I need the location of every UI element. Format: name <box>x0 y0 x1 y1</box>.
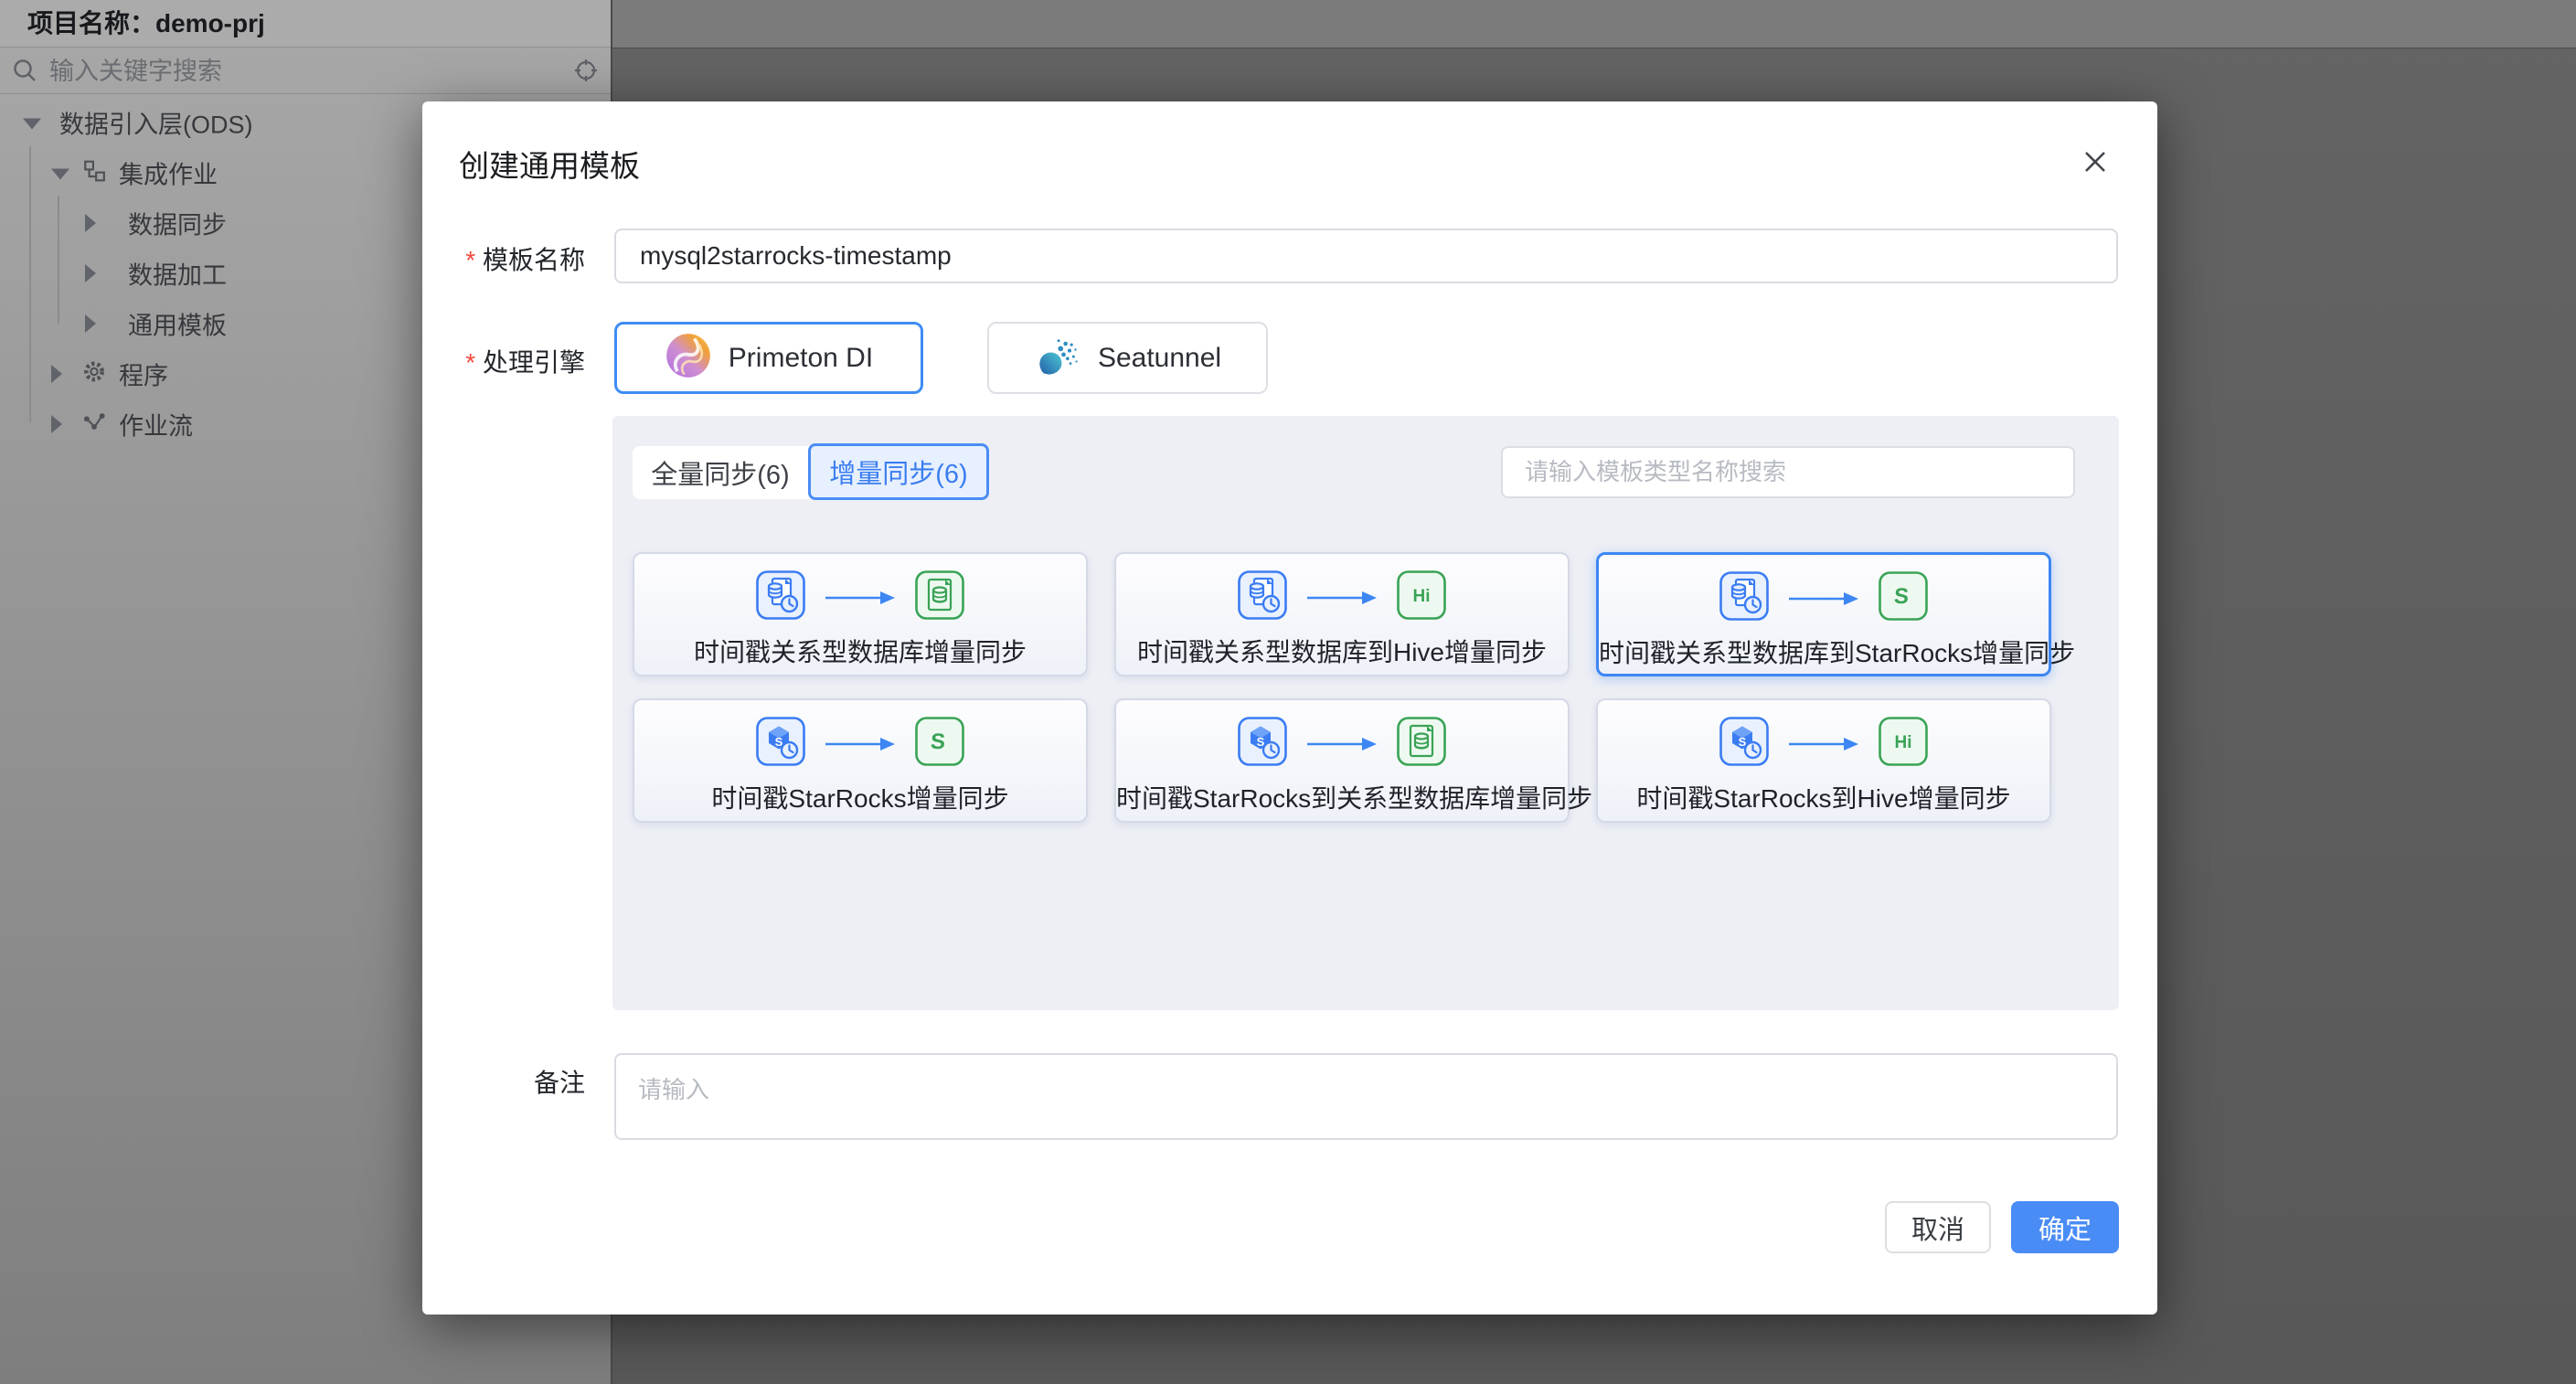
arrow-icon <box>1305 735 1378 753</box>
template-type-panel: 全量同步(6)增量同步(6) 时间戳关系型数据库增量同步Hi时间戳关系型数据库到… <box>612 416 2119 1010</box>
arrow-icon <box>1787 590 1860 608</box>
primeton-di-logo <box>665 332 712 384</box>
starrocks-icon: S <box>1879 571 1928 625</box>
arrow-icon <box>824 735 897 753</box>
search-icon <box>11 57 38 89</box>
hive-icon: Hi <box>1397 570 1446 624</box>
arrow-icon <box>824 589 897 607</box>
svg-text:Hi: Hi <box>1413 587 1431 606</box>
template-type-search-input[interactable] <box>1501 446 2075 498</box>
project-name-header: 项目名称：demo-prj <box>0 0 611 48</box>
caret-right-icon[interactable] <box>85 214 96 232</box>
app-screen: 项目名称：demo-prj 数据引入层(ODS)集成作业数据同步数据加工通用模板… <box>0 0 2576 1384</box>
starrocks-timestamp-icon: S <box>1238 717 1287 771</box>
caret-right-icon[interactable] <box>51 415 62 433</box>
caret-down-icon[interactable] <box>23 118 41 129</box>
starrocks-icon: S <box>915 717 964 771</box>
caret-right-icon[interactable] <box>85 264 96 282</box>
starrocks-timestamp-icon: S <box>1719 717 1769 771</box>
db-timestamp-icon <box>1719 571 1769 625</box>
caret-right-icon[interactable] <box>85 314 96 333</box>
db-timestamp-icon <box>1238 570 1287 624</box>
template-card[interactable]: 时间戳关系型数据库增量同步 <box>633 552 1088 676</box>
engine-option-seatunnel[interactable]: Seatunnel <box>987 322 1268 394</box>
template-card[interactable]: S时间戳StarRocks到关系型数据库增量同步 <box>1114 698 1570 823</box>
template-card[interactable]: Hi时间戳关系型数据库到Hive增量同步 <box>1114 552 1570 676</box>
template-name-input[interactable] <box>614 229 2118 283</box>
svg-text:S: S <box>1893 584 1910 609</box>
workflow-icon <box>82 410 106 438</box>
modal-title: 创建通用模板 <box>459 142 640 186</box>
starrocks-timestamp-icon: S <box>756 717 805 771</box>
remark-textarea[interactable] <box>614 1053 2118 1140</box>
engine-label: 处理引擎 <box>422 343 585 379</box>
caret-down-icon[interactable] <box>51 168 69 179</box>
close-icon[interactable] <box>2077 144 2113 180</box>
create-template-modal: 创建通用模板 模板名称 处理引擎 Primeton DI Seatunnel 全量… <box>422 101 2157 1315</box>
db-icon <box>915 570 964 624</box>
template-card-grid: 时间戳关系型数据库增量同步Hi时间戳关系型数据库到Hive增量同步S时间戳关系型… <box>633 552 2051 823</box>
main-header-dimmed <box>612 0 2576 48</box>
gear-icon <box>82 359 106 388</box>
arrow-icon <box>1305 589 1378 607</box>
cancel-button[interactable]: 取消 <box>1885 1201 1991 1253</box>
template-card[interactable]: SHi时间戳StarRocks到Hive增量同步 <box>1596 698 2051 823</box>
confirm-button[interactable]: 确定 <box>2011 1201 2119 1253</box>
template-card[interactable]: S时间戳关系型数据库到StarRocks增量同步 <box>1596 552 2051 676</box>
remark-label: 备注 <box>422 1063 585 1100</box>
template-card[interactable]: SS时间戳StarRocks增量同步 <box>633 698 1088 823</box>
tab-全量同步(6)[interactable]: 全量同步(6) <box>633 446 808 499</box>
template-name-label: 模板名称 <box>422 240 585 277</box>
caret-right-icon[interactable] <box>51 365 62 383</box>
db-icon <box>1397 717 1446 771</box>
svg-text:Hi: Hi <box>1895 733 1912 752</box>
sidebar-search-bar <box>0 48 611 94</box>
sidebar-search-input[interactable] <box>48 53 545 90</box>
hive-icon: Hi <box>1879 717 1928 771</box>
tab-增量同步(6)[interactable]: 增量同步(6) <box>808 443 989 500</box>
locate-icon[interactable] <box>572 57 600 89</box>
integration-icon <box>82 158 106 186</box>
svg-text:S: S <box>930 729 946 754</box>
engine-option-primeton-di[interactable]: Primeton DI <box>614 322 923 394</box>
arrow-icon <box>1787 735 1860 753</box>
db-timestamp-icon <box>756 570 805 624</box>
seatunnel-logo <box>1034 332 1081 384</box>
sync-mode-tabs: 全量同步(6)增量同步(6) <box>633 446 989 499</box>
